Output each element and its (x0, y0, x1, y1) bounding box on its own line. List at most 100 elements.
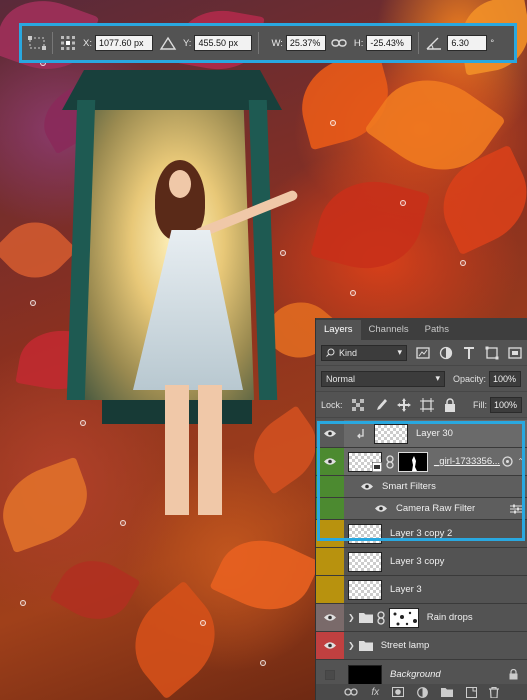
type-filter-icon[interactable] (462, 346, 476, 360)
x-field[interactable]: 1077.60 px (94, 35, 153, 51)
expand-arrow-icon[interactable]: ❯ (348, 641, 355, 650)
smart-filter-indicator-icon[interactable] (502, 456, 513, 467)
mask-silhouette-icon (412, 455, 417, 471)
eye-icon[interactable] (374, 504, 388, 513)
chevron-down-icon: ▾ (397, 347, 402, 357)
layer-mask-thumbnail[interactable] (388, 607, 419, 628)
tab-paths[interactable]: Paths (417, 320, 457, 340)
link-icon[interactable] (376, 610, 386, 625)
layer-thumbnail (348, 579, 382, 600)
visibility-toggle[interactable] (316, 420, 344, 447)
smart-object-icon (372, 461, 382, 472)
lock-icon (509, 669, 518, 680)
rotate-angle-icon (426, 37, 442, 50)
folder-icon (358, 613, 373, 623)
layer-name[interactable]: Layer 3 copy (390, 556, 444, 567)
visibility-toggle[interactable] (316, 576, 344, 603)
expand-arrow-icon[interactable]: ❯ (348, 613, 355, 622)
transform-icon[interactable] (28, 36, 46, 50)
relative-position-icon[interactable] (159, 36, 177, 50)
layer-row[interactable]: Layer 3 (316, 576, 527, 604)
layer-name[interactable]: Street lamp (381, 640, 430, 651)
tab-channels[interactable]: Channels (361, 320, 417, 340)
w-label: W: (271, 37, 283, 49)
folder-icon (358, 641, 373, 651)
camera-raw-filter-label[interactable]: Camera Raw Filter (396, 503, 475, 514)
new-layer-icon[interactable] (465, 686, 477, 698)
layers-panel: Layers Channels Paths Kind ▾ Normal ▾ Op… (315, 318, 527, 700)
lock-position-icon[interactable] (396, 397, 411, 412)
layer-thumbnail (348, 551, 382, 572)
layer-list: Layer 30 _girl-1733356... ⌃ Smart Filter… (316, 420, 527, 690)
eye-icon (324, 430, 336, 437)
mask-pattern-icon (393, 611, 417, 625)
filter-options-icon[interactable] (510, 504, 522, 514)
eye-icon (324, 642, 336, 649)
panel-tabs: Layers Channels Paths (316, 318, 527, 340)
reference-point-icon[interactable] (59, 36, 77, 50)
visibility-toggle[interactable] (316, 520, 344, 547)
angle-field[interactable]: 6.30 (447, 35, 488, 51)
layer-mask-thumbnail[interactable] (398, 451, 428, 472)
visibility-toggle[interactable] (316, 604, 344, 631)
link-layers-icon[interactable] (344, 687, 359, 697)
layer-name[interactable]: Layer 3 copy 2 (390, 528, 452, 539)
adjustment-layer-icon[interactable] (416, 686, 428, 698)
visibility-toggle[interactable] (316, 448, 344, 475)
width-field[interactable]: 25.37% (285, 35, 326, 51)
layer-row[interactable]: Smart Filters (316, 476, 527, 498)
smart-object-filter-icon[interactable] (508, 346, 522, 360)
eye-icon[interactable] (360, 482, 374, 491)
layer-row[interactable]: Camera Raw Filter (316, 498, 527, 520)
layer-name[interactable]: Layer 3 (390, 584, 422, 595)
visibility-toggle[interactable] (316, 632, 344, 659)
layer-name[interactable]: Background (390, 669, 441, 680)
layer-name[interactable]: Layer 30 (416, 428, 453, 439)
layer-thumbnail (348, 664, 382, 685)
layer-row[interactable]: Layer 30 (316, 420, 527, 448)
fx-button[interactable]: fx (371, 687, 379, 698)
blend-mode-value: Normal (326, 373, 356, 384)
smart-filters-label[interactable]: Smart Filters (382, 481, 436, 492)
transform-options-bar: X: 1077.60 px Y: 455.50 px W: 25.37% H: … (19, 23, 517, 63)
lock-all-icon[interactable] (443, 397, 457, 412)
collapse-arrow-icon[interactable]: ⌃ (517, 457, 524, 466)
eye-icon (324, 458, 336, 465)
layer-row[interactable]: Layer 3 copy (316, 548, 527, 576)
girl-image (125, 160, 299, 520)
layer-row[interactable]: ❯ Street lamp (316, 632, 527, 660)
layer-row[interactable]: Layer 3 copy 2 (316, 520, 527, 548)
adjustment-filter-icon[interactable] (439, 346, 453, 360)
lock-pixels-icon[interactable] (374, 398, 388, 412)
chevron-down-icon: ▾ (435, 373, 440, 383)
lock-row: Lock: Fill: 100% (316, 392, 527, 418)
fill-label: Fill: (473, 399, 487, 410)
degree-symbol: ° (490, 37, 495, 49)
filter-row: Kind ▾ (316, 340, 527, 366)
link-icon[interactable] (385, 454, 395, 469)
layer-row[interactable]: ❯ Rain drops (316, 604, 527, 632)
new-group-icon[interactable] (440, 687, 453, 697)
layer-row[interactable]: _girl-1733356... ⌃ (316, 448, 527, 476)
layer-name[interactable]: _girl-1733356... (434, 456, 500, 467)
pixel-filter-icon[interactable] (416, 346, 430, 360)
link-icon[interactable] (330, 36, 348, 50)
lock-transparent-icon[interactable] (351, 398, 365, 412)
search-icon (326, 348, 335, 357)
fill-field[interactable]: 100% (490, 396, 522, 413)
height-field[interactable]: -25.43% (366, 35, 413, 51)
add-mask-icon[interactable] (391, 687, 404, 697)
h-label: H: (353, 37, 364, 49)
kind-filter-dropdown[interactable]: Kind ▾ (321, 344, 407, 361)
tab-layers[interactable]: Layers (316, 320, 361, 340)
lock-artboard-icon[interactable] (419, 397, 434, 412)
y-field[interactable]: 455.50 px (194, 35, 253, 51)
layer-thumbnail (348, 523, 382, 544)
layer-name[interactable]: Rain drops (427, 612, 473, 623)
delete-layer-icon[interactable] (489, 686, 500, 698)
visibility-toggle[interactable] (316, 548, 344, 575)
opacity-field[interactable]: 100% (489, 370, 522, 387)
shape-filter-icon[interactable] (485, 346, 499, 360)
hidden-visibility-box (325, 669, 335, 680)
blend-mode-dropdown[interactable]: Normal ▾ (321, 370, 445, 387)
